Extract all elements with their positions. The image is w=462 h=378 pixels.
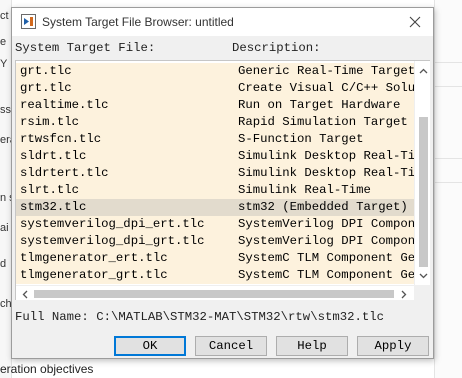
list-item-file: systemverilog_dpi_ert.tlc — [20, 217, 205, 231]
scrollbar-corner — [414, 285, 430, 300]
close-icon — [409, 16, 421, 28]
list-item-description: Rapid Simulation Target — [238, 115, 408, 129]
list-item-file: systemverilog_dpi_grt.tlc — [20, 234, 205, 248]
horizontal-scrollbar[interactable] — [16, 285, 414, 300]
vertical-scrollbar[interactable] — [414, 61, 430, 285]
list-item[interactable]: systemverilog_dpi_grt.tlc SystemVerilog D… — [16, 233, 414, 250]
full-name-label: Full Name: — [15, 310, 89, 324]
list-item[interactable]: tlmgenerator_grt.tlc SystemC TLM Componen… — [16, 267, 414, 284]
column-header-description: Description: — [232, 41, 321, 55]
list-item-file: rtwsfcn.tlc — [20, 132, 102, 146]
list-item-description: Run on Target Hardware — [238, 98, 401, 112]
background-caption: eration objectives — [0, 362, 94, 376]
list-item-file: tlmgenerator_grt.tlc — [20, 268, 168, 282]
list-item-file: slrt.tlc — [20, 183, 80, 197]
list-item-description: Generic Real-Time Target — [238, 64, 414, 78]
help-button[interactable]: Help — [276, 336, 348, 356]
list-item[interactable]: rsim.tlc Rapid Simulation Target — [16, 114, 414, 131]
dialog-title: System Target File Browser: untitled — [42, 15, 234, 29]
list-item[interactable]: rtwsfcn.tlc S-Function Target — [16, 131, 414, 148]
list-rows: grt.tlc Generic Real-Time Target grt.tlc Cr… — [16, 61, 414, 285]
list-item-file: grt.tlc — [20, 64, 72, 78]
chevron-down-icon — [419, 273, 427, 279]
ok-button[interactable]: OK — [114, 336, 186, 356]
list-item-description: S-Function Target — [238, 132, 364, 146]
scroll-down-button[interactable] — [415, 268, 431, 284]
close-button[interactable] — [405, 13, 425, 31]
title-bar[interactable]: System Target File Browser: untitled — [12, 8, 433, 36]
list-item-file: realtime.tlc — [20, 98, 109, 112]
horizontal-scroll-thumb[interactable] — [34, 290, 394, 298]
list-item[interactable]: stm32.tlc stm32 (Embedded Target) — [16, 199, 414, 216]
target-file-list[interactable]: grt.tlc Generic Real-Time Target grt.tlc Cr… — [15, 60, 430, 300]
list-item-description: Simulink Real-Time — [238, 183, 371, 197]
list-item[interactable]: tlmgenerator_ert.tlc SystemC TLM Componen… — [16, 250, 414, 267]
apply-button[interactable]: Apply — [357, 336, 429, 356]
list-item-file: grt.tlc — [20, 81, 72, 95]
scroll-right-button[interactable] — [396, 286, 412, 302]
list-item-file: sldrtert.tlc — [20, 166, 109, 180]
background-right-panel — [434, 0, 462, 378]
list-item-description: Simulink Desktop Real-Time — [238, 166, 414, 180]
list-item[interactable]: sldrt.tlc Simulink Desktop Real-Time — [16, 148, 414, 165]
list-item-file: sldrt.tlc — [20, 149, 87, 163]
list-item-description: Simulink Desktop Real-Time — [238, 149, 414, 163]
list-item-file: rsim.tlc — [20, 115, 80, 129]
list-item-file: stm32.tlc — [20, 200, 87, 214]
full-name-row: Full Name: C:\MATLAB\STM32-MAT\STM32\rtw… — [15, 310, 384, 324]
cancel-button[interactable]: Cancel — [195, 336, 267, 356]
list-item-description: SystemVerilog DPI Component — [238, 217, 414, 231]
simulink-app-icon — [21, 14, 36, 29]
list-item[interactable]: slrt.tlc Simulink Real-Time — [16, 182, 414, 199]
list-item[interactable]: realtime.tlc Run on Target Hardware — [16, 97, 414, 114]
list-item-description: stm32 (Embedded Target) — [238, 200, 408, 214]
scroll-left-button[interactable] — [17, 286, 33, 302]
list-item-file: tlmgenerator_ert.tlc — [20, 251, 168, 265]
column-header-file: System Target File: — [15, 41, 156, 55]
list-item[interactable]: grt.tlc Create Visual C/C++ Solution — [16, 80, 414, 97]
chevron-right-icon — [401, 290, 407, 298]
list-item-description: SystemVerilog DPI Component — [238, 234, 414, 248]
list-item[interactable]: grt.tlc Generic Real-Time Target — [16, 63, 414, 80]
list-item[interactable]: sldrtert.tlc Simulink Desktop Real-Time — [16, 165, 414, 182]
list-item[interactable]: systemverilog_dpi_ert.tlc SystemVerilog D… — [16, 216, 414, 233]
full-name-value: C:\MATLAB\STM32-MAT\STM32\rtw\stm32.tlc — [96, 310, 384, 324]
chevron-left-icon — [22, 290, 28, 298]
scroll-up-button[interactable] — [415, 63, 431, 79]
system-target-file-browser-dialog: System Target File Browser: untitled Sys… — [11, 7, 434, 359]
list-item-description: SystemC TLM Component Generator — [238, 251, 414, 265]
vertical-scroll-thumb[interactable] — [419, 117, 428, 267]
chevron-up-icon — [419, 68, 427, 74]
list-item-description: Create Visual C/C++ Solution — [238, 81, 414, 95]
list-item-description: SystemC TLM Component Generator — [238, 268, 414, 282]
